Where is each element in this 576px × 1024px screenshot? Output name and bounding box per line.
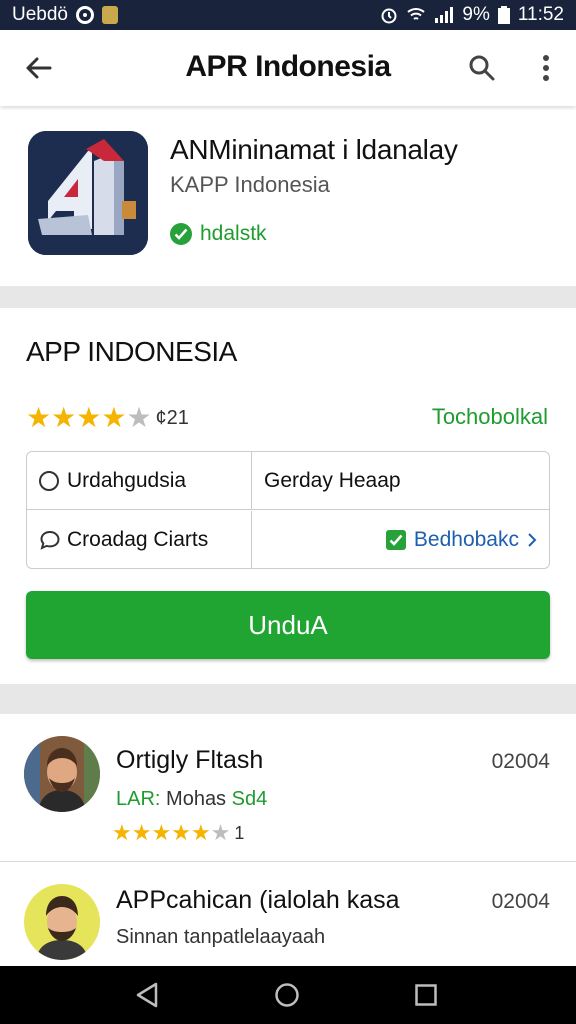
checkbox-checked-icon (385, 530, 406, 550)
info-cell-4[interactable]: Bedhobakc (252, 511, 549, 568)
info-cell-4-label: Bedhobakc (413, 528, 519, 551)
app-logo[interactable] (28, 131, 148, 255)
app-notification-icon (102, 6, 118, 24)
carrier-label: Uebdö (12, 4, 68, 25)
circle-home-icon (275, 983, 299, 1007)
more-options-button[interactable] (528, 50, 564, 86)
section-divider (0, 684, 576, 714)
clock: 11:52 (517, 4, 564, 25)
verified-label: hdalstk (200, 222, 267, 245)
star-icon: ★ (51, 402, 77, 433)
search-icon (469, 55, 495, 81)
wifi-icon (406, 7, 426, 23)
battery-icon (497, 6, 510, 24)
review-stars: ★ ★ ★ ★ ★ ★ 1 (112, 822, 244, 844)
info-cell-2[interactable]: Gerday Heaap (252, 452, 549, 510)
star-icon: ★ (151, 820, 172, 845)
review-date: 02004 (491, 890, 550, 913)
info-grid: Urdahgudsia Gerday Heaap Croadag Ciarts … (26, 451, 550, 569)
triangle-back-icon (136, 982, 158, 1008)
star-icon: ★ (210, 820, 231, 845)
battery-percent: 9% (462, 4, 490, 25)
review-item[interactable]: Ortigly Fltash 02004 LAR: Mohas Sd4 ★ ★ … (0, 714, 576, 862)
chat-bubble-icon (40, 530, 60, 550)
review-item[interactable]: APPcahican (ialolah kasa 02004 Sinnan ta… (0, 862, 576, 966)
info-cell-3[interactable]: Croadag Ciarts (27, 511, 252, 568)
nav-recents-button[interactable] (411, 980, 441, 1010)
review-subtitle: Sinnan tanpatlelaayaah (116, 926, 326, 948)
app-name: ANMininamat i ldanalay (170, 134, 458, 165)
star-icon: ★ (76, 402, 102, 433)
search-button[interactable] (462, 50, 502, 86)
nav-back-button[interactable] (132, 980, 162, 1010)
avatar (24, 884, 100, 960)
alarm-icon (380, 6, 398, 24)
star-icon: ★ (126, 402, 152, 433)
section-divider (0, 286, 576, 308)
star-icon: ★ (171, 820, 191, 845)
navigation-bar (0, 966, 576, 1024)
star-icon: ★ (190, 820, 211, 845)
section-title: APP INDONESIA (26, 336, 237, 367)
square-recents-icon (415, 984, 437, 1006)
developer-name[interactable]: KAPP Indonesia (170, 172, 330, 198)
info-cell-2-label: Gerday Heaap (264, 468, 401, 492)
nav-home-button[interactable] (272, 980, 302, 1010)
app-bar: APR Indonesia (0, 30, 576, 106)
star-icon: ★ (26, 402, 52, 433)
star-icon: ★ (112, 820, 132, 845)
notification-icon (76, 6, 94, 24)
info-cell-3-label: Croadag Ciarts (67, 528, 209, 551)
rating-stars: ★ ★ ★ ★ ★ ¢21 (26, 404, 189, 432)
more-vert-icon (543, 55, 549, 81)
reviewer-name: APPcahican (ialolah kasa (116, 886, 400, 914)
radio-icon (39, 470, 59, 491)
verified-badge: hdalstk (170, 222, 267, 246)
reviews-list: Ortigly Fltash 02004 LAR: Mohas Sd4 ★ ★ … (0, 714, 576, 966)
app-header-card: ANMininamat i ldanalay KAPP Indonesia hd… (0, 110, 576, 286)
signal-icon (434, 7, 454, 23)
status-bar: Uebdö 9% 11:52 (0, 0, 576, 30)
avatar (24, 736, 100, 812)
star-icon: ★ (101, 402, 127, 433)
chevron-right-icon (528, 533, 537, 547)
reviewer-name: Ortigly Fltash (116, 746, 264, 774)
category-link[interactable]: Tochobolkal (432, 404, 548, 430)
review-date: 02004 (491, 750, 550, 773)
download-button[interactable]: UnduA (26, 591, 550, 659)
review-count: 1 (234, 822, 245, 843)
star-icon: ★ (131, 820, 152, 845)
info-cell-1[interactable]: Urdahgudsia (27, 452, 252, 510)
check-circle-icon (170, 223, 192, 245)
rating-count: ¢21 (155, 406, 189, 429)
review-subtitle: LAR: Mohas Sd4 (116, 788, 268, 810)
info-cell-1-label: Urdahgudsia (67, 468, 187, 492)
app-info-card: APP INDONESIA ★ ★ ★ ★ ★ ¢21 Tochobolkal … (0, 308, 576, 684)
